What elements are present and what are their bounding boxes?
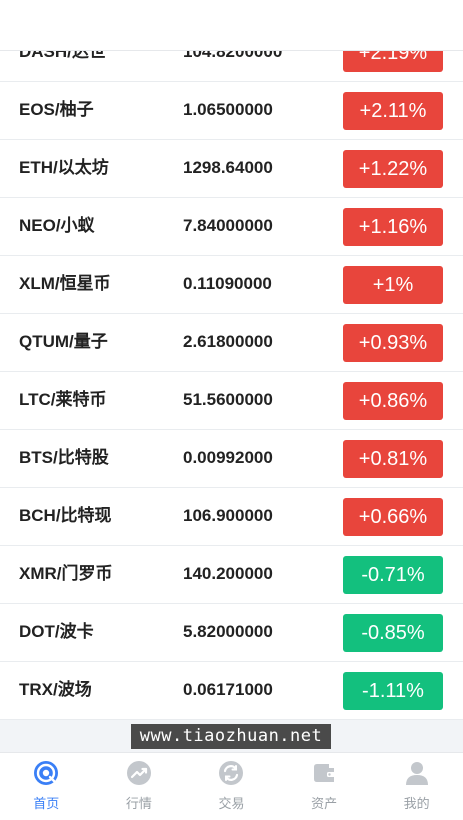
home-icon xyxy=(34,761,59,785)
change-badge[interactable]: +1.16% xyxy=(343,208,443,246)
pair-price: 0.00992000 xyxy=(183,448,273,467)
pair-name: NEO/小蚁 xyxy=(19,216,95,235)
pair-price: 106.900000 xyxy=(183,506,273,525)
watermark-banner: www.tiaozhuan.net xyxy=(131,724,331,749)
change-badge[interactable]: +2.11% xyxy=(343,92,443,130)
market-row[interactable]: BCH/比特现 106.900000 +0.66% xyxy=(0,488,463,546)
exchange-icon xyxy=(219,761,244,785)
market-row[interactable]: LTC/莱特币 51.5600000 +0.86% xyxy=(0,372,463,430)
tab-label: 行情 xyxy=(125,796,152,811)
top-header-bar xyxy=(0,0,463,51)
pair-price: 5.82000000 xyxy=(183,622,273,641)
pair-name: DOT/波卡 xyxy=(19,622,94,641)
change-badge[interactable]: +0.81% xyxy=(343,440,443,478)
tab-home[interactable]: 首页 xyxy=(0,753,93,820)
pair-name: TRX/波场 xyxy=(19,680,92,699)
change-badge[interactable]: +0.93% xyxy=(343,324,443,362)
change-badge[interactable]: +1.22% xyxy=(343,150,443,188)
tab-label: 首页 xyxy=(33,796,60,811)
tab-label: 资产 xyxy=(311,796,338,811)
market-row[interactable]: XMR/门罗币 140.200000 -0.71% xyxy=(0,546,463,604)
change-badge[interactable]: +0.66% xyxy=(343,498,443,536)
market-row[interactable]: XLM/恒星币 0.11090000 +1% xyxy=(0,256,463,314)
user-icon xyxy=(405,762,428,785)
change-badge[interactable]: +1% xyxy=(343,266,443,304)
tab-label: 交易 xyxy=(218,796,245,811)
pair-name: ETH/以太坊 xyxy=(19,158,109,177)
pair-name: XLM/恒星币 xyxy=(19,274,111,293)
pair-name: BTS/比特股 xyxy=(19,448,109,467)
tab-market[interactable]: 行情 xyxy=(93,753,186,820)
chart-trend-icon xyxy=(126,761,151,785)
pair-name: EOS/柚子 xyxy=(19,100,94,119)
market-row[interactable]: QTUM/量子 2.61800000 +0.93% xyxy=(0,314,463,372)
market-row[interactable]: EOS/柚子 1.06500000 +2.11% xyxy=(0,82,463,140)
market-list: DASH/达世 104.8200000 +2.19% EOS/柚子 1.0650… xyxy=(0,24,463,720)
market-row[interactable]: ETH/以太坊 1298.64000 +1.22% xyxy=(0,140,463,198)
pair-price: 0.11090000 xyxy=(183,274,272,293)
tab-profile[interactable]: 我的 xyxy=(370,753,463,820)
pair-name: XMR/门罗币 xyxy=(19,564,113,583)
tab-label: 我的 xyxy=(403,796,430,811)
pair-price: 140.200000 xyxy=(183,564,273,583)
pair-price: 1.06500000 xyxy=(183,100,273,119)
pair-name: LTC/莱特币 xyxy=(19,390,107,409)
wallet-icon xyxy=(314,764,336,782)
change-badge[interactable]: -0.71% xyxy=(343,556,443,594)
market-row[interactable]: NEO/小蚁 7.84000000 +1.16% xyxy=(0,198,463,256)
change-badge[interactable]: -1.11% xyxy=(343,672,443,710)
change-badge[interactable]: -0.85% xyxy=(343,614,443,652)
market-row[interactable]: DOT/波卡 5.82000000 -0.85% xyxy=(0,604,463,662)
pair-price: 0.06171000 xyxy=(183,680,273,699)
pair-price: 7.84000000 xyxy=(183,216,273,235)
pair-price: 2.61800000 xyxy=(183,332,273,351)
pair-price: 51.5600000 xyxy=(183,390,273,409)
market-row[interactable]: TRX/波场 0.06171000 -1.11% xyxy=(0,662,463,720)
pair-name: BCH/比特现 xyxy=(19,506,112,525)
tab-assets[interactable]: 资产 xyxy=(278,753,371,820)
tab-trade[interactable]: 交易 xyxy=(185,753,278,820)
market-row[interactable]: BTS/比特股 0.00992000 +0.81% xyxy=(0,430,463,488)
bottom-tab-bar: 首页 行情 交易 资产 我的 xyxy=(0,752,463,820)
change-badge[interactable]: +0.86% xyxy=(343,382,443,420)
pair-name: QTUM/量子 xyxy=(19,332,108,351)
pair-price: 1298.64000 xyxy=(183,158,273,177)
